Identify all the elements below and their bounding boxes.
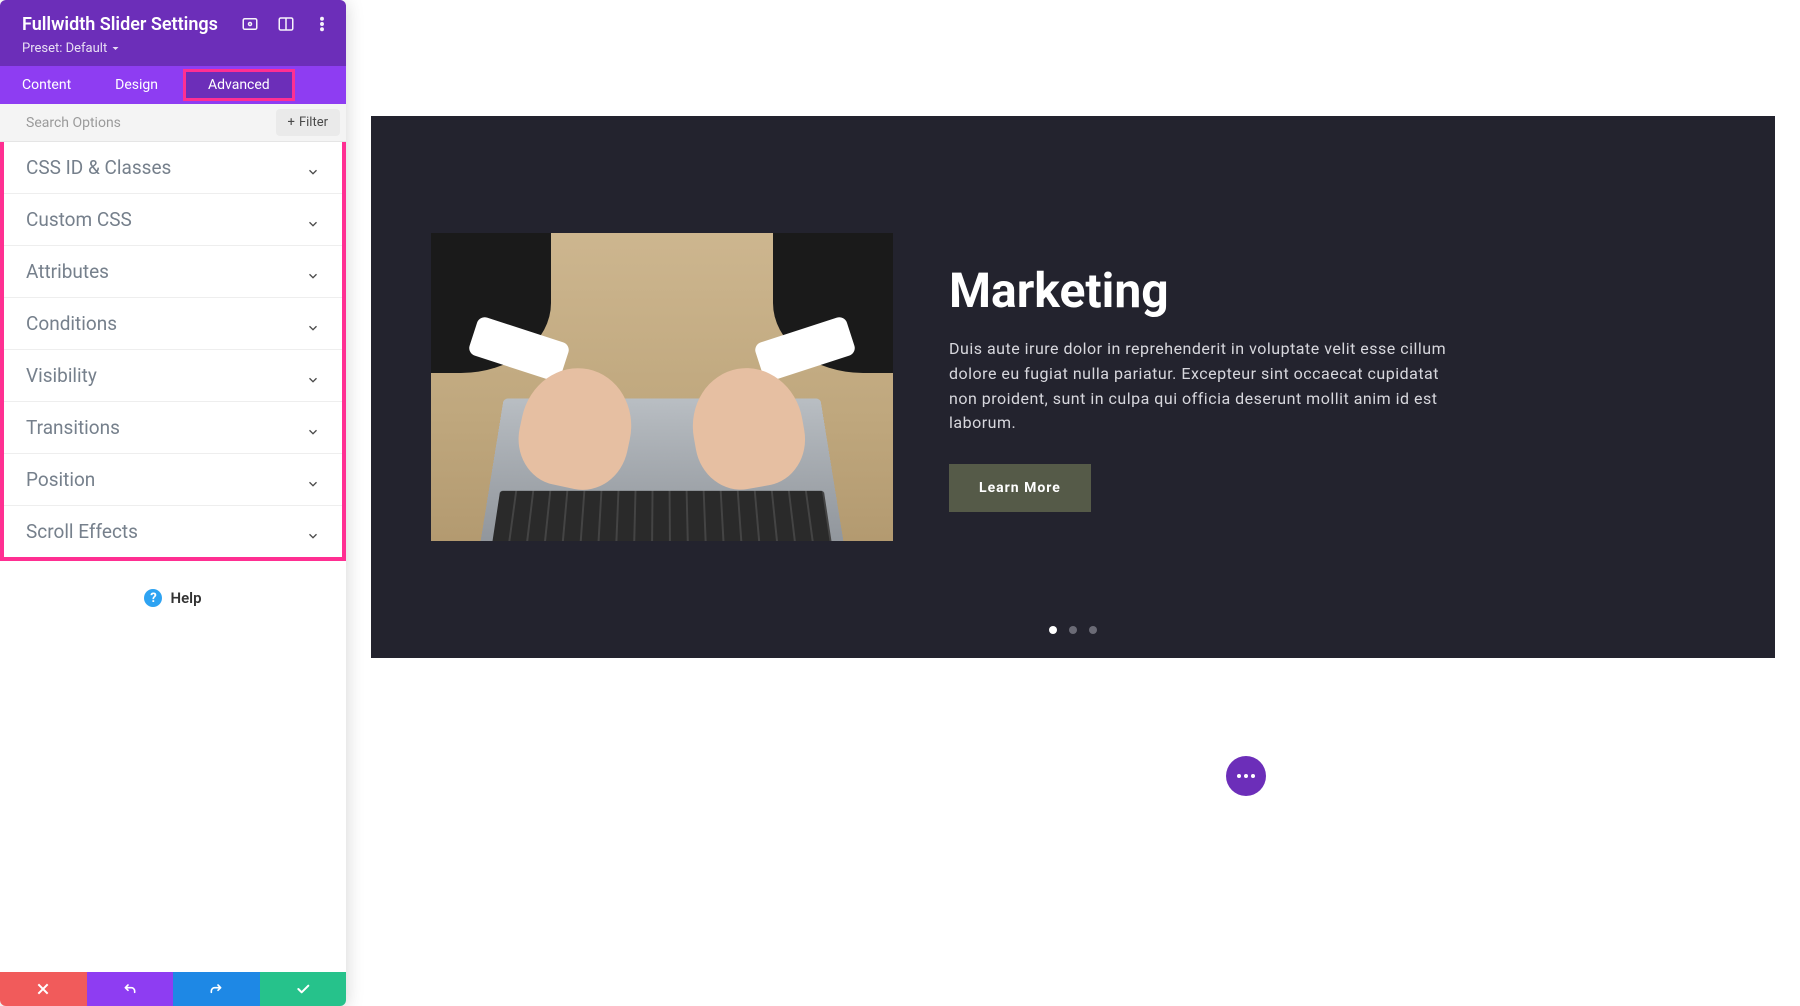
slider-dot-1[interactable] xyxy=(1049,626,1057,634)
tab-advanced[interactable]: Advanced xyxy=(180,66,298,104)
panel-header: Fullwidth Slider Settings Preset: Defaul… xyxy=(0,0,346,66)
search-row: + Filter xyxy=(0,104,346,142)
slider-dot-3[interactable] xyxy=(1089,626,1097,634)
layout-columns-icon[interactable] xyxy=(276,14,296,34)
section-position[interactable]: Position xyxy=(4,454,342,506)
slider-dot-2[interactable] xyxy=(1069,626,1077,634)
preset-label: Preset: Default xyxy=(22,41,107,56)
filter-button[interactable]: + Filter xyxy=(276,109,340,136)
advanced-sections: CSS ID & Classes Custom CSS Attributes C… xyxy=(0,142,346,561)
dot-icon xyxy=(1244,774,1248,778)
help-label: Help xyxy=(170,589,201,607)
fullwidth-slider-preview[interactable]: Marketing Duis aute irure dolor in repre… xyxy=(371,116,1775,658)
section-visibility[interactable]: Visibility xyxy=(4,350,342,402)
slider-pagination xyxy=(1049,626,1097,634)
section-label: CSS ID & Classes xyxy=(26,156,171,179)
dot-icon xyxy=(1251,774,1255,778)
section-label: Scroll Effects xyxy=(26,520,138,543)
caret-down-icon xyxy=(111,44,120,53)
panel-tabs: Content Design Advanced xyxy=(0,66,346,104)
plus-icon: + xyxy=(288,115,295,130)
cancel-button[interactable] xyxy=(0,972,87,1006)
close-icon xyxy=(35,981,51,997)
chevron-down-icon xyxy=(306,265,320,279)
chevron-down-icon xyxy=(306,473,320,487)
help-link[interactable]: ? Help xyxy=(0,589,346,607)
section-transitions[interactable]: Transitions xyxy=(4,402,342,454)
slide-cta-button[interactable]: Learn More xyxy=(949,464,1091,512)
save-button[interactable] xyxy=(260,972,347,1006)
builder-fab-button[interactable] xyxy=(1226,756,1266,796)
search-input[interactable] xyxy=(0,115,276,131)
tab-content[interactable]: Content xyxy=(0,66,93,104)
chevron-down-icon xyxy=(306,213,320,227)
panel-footer xyxy=(0,972,346,1006)
redo-button[interactable] xyxy=(173,972,260,1006)
chevron-down-icon xyxy=(306,369,320,383)
section-label: Position xyxy=(26,468,95,491)
more-options-icon[interactable] xyxy=(312,14,332,34)
responsive-preview-icon[interactable] xyxy=(240,14,260,34)
section-attributes[interactable]: Attributes xyxy=(4,246,342,298)
filter-label: Filter xyxy=(299,115,328,130)
tab-design[interactable]: Design xyxy=(93,66,180,104)
section-custom-css[interactable]: Custom CSS xyxy=(4,194,342,246)
section-conditions[interactable]: Conditions xyxy=(4,298,342,350)
chevron-down-icon xyxy=(306,525,320,539)
preset-selector[interactable]: Preset: Default xyxy=(22,41,326,56)
check-icon xyxy=(295,981,311,997)
chevron-down-icon xyxy=(306,421,320,435)
section-scroll-effects[interactable]: Scroll Effects xyxy=(4,506,342,557)
dot-icon xyxy=(1237,774,1241,778)
undo-button[interactable] xyxy=(87,972,174,1006)
help-icon: ? xyxy=(144,589,162,607)
slide-title: Marketing xyxy=(949,262,1469,319)
settings-panel: Fullwidth Slider Settings Preset: Defaul… xyxy=(0,0,346,1006)
section-label: Transitions xyxy=(26,416,120,439)
undo-icon xyxy=(122,981,138,997)
chevron-down-icon xyxy=(306,161,320,175)
section-label: Visibility xyxy=(26,364,97,387)
section-css-id-classes[interactable]: CSS ID & Classes xyxy=(4,142,342,194)
slide-image xyxy=(431,233,893,541)
chevron-down-icon xyxy=(306,317,320,331)
section-label: Conditions xyxy=(26,312,117,335)
section-label: Attributes xyxy=(26,260,109,283)
canvas: Marketing Duis aute irure dolor in repre… xyxy=(346,0,1800,1006)
redo-icon xyxy=(208,981,224,997)
section-label: Custom CSS xyxy=(26,208,132,231)
slide-description: Duis aute irure dolor in reprehenderit i… xyxy=(949,337,1469,436)
slide-content: Marketing Duis aute irure dolor in repre… xyxy=(949,262,1469,512)
